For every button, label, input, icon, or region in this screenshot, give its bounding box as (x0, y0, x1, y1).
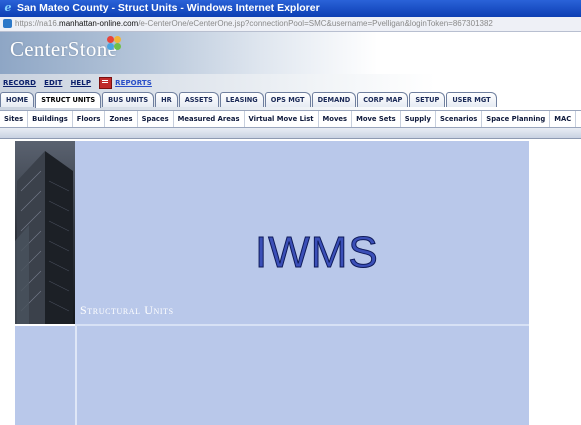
logo-band: CenterStone (0, 32, 581, 74)
subnav-mac[interactable]: MAC (550, 111, 577, 127)
tab-setup[interactable]: SETUP (409, 92, 446, 107)
lower-left-panel (15, 326, 75, 425)
subnav-measured-areas[interactable]: Measured Areas (174, 111, 245, 127)
tab-demand[interactable]: DEMAND (311, 92, 357, 107)
skyscraper-illustration (15, 151, 73, 324)
subnav-supply[interactable]: Supply (401, 111, 436, 127)
module-tabs: HOME STRUCT UNITS BUS UNITS HR ASSETS LE… (0, 92, 498, 108)
subnav-sites[interactable]: Sites (0, 111, 29, 127)
subnav-buildings[interactable]: Buildings (28, 111, 73, 127)
address-bar[interactable]: https://na16.manhattan-online.com/e-Cent… (0, 17, 581, 32)
lower-content-panel (77, 326, 529, 425)
address-scheme: https:// (15, 19, 40, 28)
logo-flower-icon (107, 36, 121, 50)
structural-units-label: Structural Units (80, 303, 174, 317)
tab-user-mgt[interactable]: USER MGT (446, 92, 497, 107)
subnav-move-sets[interactable]: Move Sets (352, 111, 401, 127)
page-icon (3, 19, 12, 28)
tab-hr[interactable]: HR (155, 92, 178, 107)
address-host-prefix: na16. (39, 19, 60, 28)
subnav-virtual-move-list[interactable]: Virtual Move List (245, 111, 319, 127)
tab-struct-units[interactable]: STRUCT UNITS (35, 92, 102, 108)
iwms-heading: IWMS (255, 228, 379, 277)
tab-ops-mgt[interactable]: OPS MGT (264, 92, 311, 107)
address-path: /e-CenterOne/eCenterOne.jsp?connectionPo… (138, 19, 493, 28)
window-title: San Mateo County - Struct Units - Window… (17, 2, 320, 14)
tab-home[interactable]: HOME (0, 92, 35, 107)
tab-leasing[interactable]: LEASING (219, 92, 264, 107)
report-icon (99, 77, 113, 89)
centerstone-logo: CenterStone (10, 37, 118, 61)
menu-reports[interactable]: REPORTS (99, 76, 152, 90)
address-domain: manhattan-online.com (59, 19, 139, 28)
subnav-floors[interactable]: Floors (73, 111, 106, 127)
sub-navigation: Sites Buildings Floors Zones Spaces Meas… (0, 110, 581, 128)
top-menu: RECORD EDIT HELP REPORTS (3, 76, 152, 90)
app-header: CenterStone RECORD EDIT HELP REPORTS HOM… (0, 32, 581, 128)
subnav-scenarios[interactable]: Scenarios (436, 111, 483, 127)
subnav-spaces[interactable]: Spaces (138, 111, 174, 127)
building-photo (15, 141, 75, 324)
menu-help[interactable]: HELP (70, 76, 91, 90)
content-separator-bar (0, 128, 581, 139)
subnav-moves[interactable]: Moves (319, 111, 353, 127)
tab-corp-map[interactable]: CORP MAP (357, 92, 409, 107)
tab-bus-units[interactable]: BUS UNITS (102, 92, 155, 107)
menu-reports-label: REPORTS (115, 79, 152, 87)
menu-record[interactable]: RECORD (3, 76, 36, 90)
tab-assets[interactable]: ASSETS (178, 92, 219, 107)
subnav-space-planning[interactable]: Space Planning (482, 111, 551, 127)
window-title-bar[interactable]: e San Mateo County - Struct Units - Windo… (0, 0, 581, 17)
internet-explorer-icon: e (4, 1, 12, 14)
menu-edit[interactable]: EDIT (44, 76, 62, 90)
subnav-zones[interactable]: Zones (105, 111, 138, 127)
